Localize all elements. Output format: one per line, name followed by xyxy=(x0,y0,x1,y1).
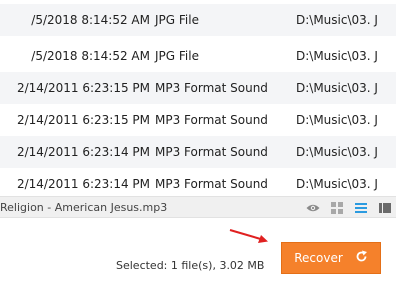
recover-label: Recover xyxy=(294,251,343,265)
date-cell: 2/14/2011 6:23:15 PM xyxy=(16,113,150,127)
date-cell: /5/2018 8:14:52 AM xyxy=(31,13,150,27)
file-row[interactable]: /5/2018 8:14:52 AM JPG File D:\Music\03.… xyxy=(0,4,396,36)
date-cell: 2/14/2011 6:23:14 PM xyxy=(16,177,150,191)
file-row[interactable]: 2/14/2011 6:23:15 PM MP3 Format Sound D:… xyxy=(0,104,396,136)
recover-button[interactable]: Recover xyxy=(281,242,381,274)
path-cell: D:\Music\03. J xyxy=(296,13,378,27)
detail-view-icon[interactable] xyxy=(378,201,392,215)
path-cell: D:\Music\03. J xyxy=(296,49,378,63)
file-row[interactable]: 2/14/2011 6:23:14 PM MP3 Format Sound D:… xyxy=(0,168,396,196)
preview-bar: Religion - American Jesus.mp3 xyxy=(0,196,396,218)
path-cell: D:\Music\03. J xyxy=(296,113,378,127)
path-cell: D:\Music\03. J xyxy=(296,145,378,159)
thumbnail-view-icon[interactable] xyxy=(330,201,344,215)
type-cell: MP3 Format Sound xyxy=(155,113,268,127)
path-cell: D:\Music\03. J xyxy=(296,177,378,191)
type-cell: JPG File xyxy=(155,49,199,63)
arrow-hint-icon xyxy=(229,229,268,243)
selected-summary: Selected: 1 file(s), 3.02 MB xyxy=(116,259,265,272)
view-toolbar xyxy=(306,200,392,216)
refresh-icon xyxy=(355,250,368,266)
type-cell: MP3 Format Sound xyxy=(155,177,268,191)
file-list: /5/2018 8:14:52 AM JPG File D:\Music\03.… xyxy=(0,0,396,196)
path-cell: D:\Music\03. J xyxy=(296,81,378,95)
type-cell: MP3 Format Sound xyxy=(155,145,268,159)
file-row[interactable]: /5/2018 8:14:52 AM JPG File D:\Music\03.… xyxy=(0,40,396,72)
list-view-icon[interactable] xyxy=(354,201,368,215)
date-cell: 2/14/2011 6:23:14 PM xyxy=(16,145,150,159)
file-row[interactable]: 2/14/2011 6:23:14 PM MP3 Format Sound D:… xyxy=(0,136,396,168)
file-row[interactable]: 2/14/2011 6:23:15 PM MP3 Format Sound D:… xyxy=(0,72,396,104)
date-cell: /5/2018 8:14:52 AM xyxy=(31,49,150,63)
eye-icon[interactable] xyxy=(306,201,320,215)
type-cell: JPG File xyxy=(155,13,199,27)
date-cell: 2/14/2011 6:23:15 PM xyxy=(16,81,150,95)
type-cell: MP3 Format Sound xyxy=(155,81,268,95)
preview-file-name: Religion - American Jesus.mp3 xyxy=(0,201,168,214)
